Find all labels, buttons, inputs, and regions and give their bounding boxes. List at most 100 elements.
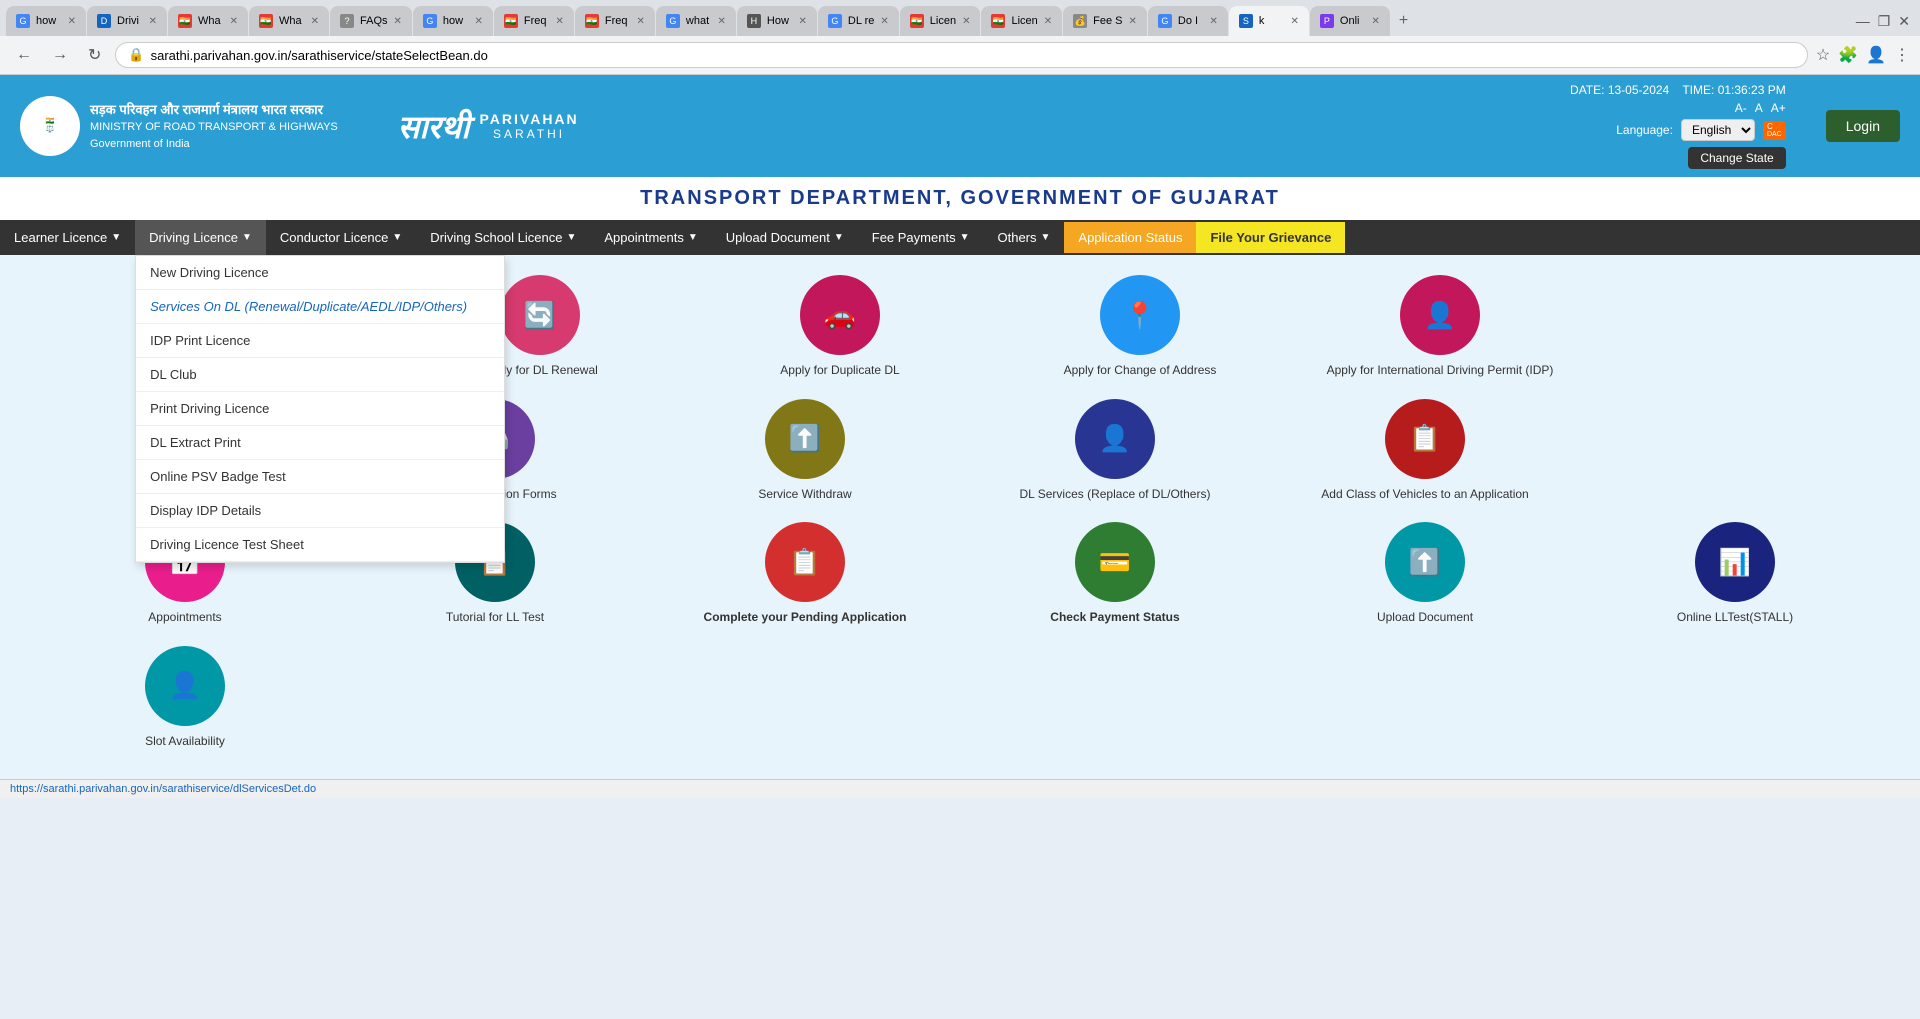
- browser-tab-8[interactable]: 🇮🇳 Freq ✕: [575, 6, 655, 36]
- browser-tab-12[interactable]: 🇮🇳 Licen ✕: [900, 6, 981, 36]
- dl-menu-psv[interactable]: Online PSV Badge Test: [136, 460, 504, 494]
- nav-others-label: Others: [997, 230, 1036, 245]
- dept-title-bar: TRANSPORT DEPARTMENT, GOVERNMENT OF GUJA…: [0, 177, 1920, 220]
- change-state-button[interactable]: Change State: [1688, 147, 1785, 169]
- browser-tab-7[interactable]: 🇮🇳 Freq ✕: [494, 6, 574, 36]
- nav-item-driving[interactable]: Driving Licence ▼: [135, 220, 266, 255]
- service-withdraw[interactable]: ⬆️ Service Withdraw: [660, 399, 950, 503]
- browser-tab-2[interactable]: D Drivi ✕: [87, 6, 167, 36]
- tab-close-4[interactable]: ✕: [311, 16, 319, 27]
- service-dl-services[interactable]: 👤 DL Services (Replace of DL/Others): [970, 399, 1260, 503]
- dl-menu-new[interactable]: New Driving Licence: [136, 256, 504, 290]
- new-tab-button[interactable]: +: [1391, 8, 1416, 34]
- browser-tab-10[interactable]: H How ✕: [737, 6, 817, 36]
- dl-services-label: DL Services (Replace of DL/Others): [1020, 487, 1211, 503]
- browser-tab-5[interactable]: ? FAQs ✕: [330, 6, 412, 36]
- tab-close-15[interactable]: ✕: [1210, 16, 1218, 27]
- menu-button[interactable]: ⋮: [1894, 45, 1910, 65]
- tab-close-14[interactable]: ✕: [1129, 16, 1137, 27]
- tab-close-10[interactable]: ✕: [799, 16, 807, 27]
- tab-close-2[interactable]: ✕: [149, 16, 157, 27]
- nav-item-driving-school[interactable]: Driving School Licence ▼: [416, 220, 590, 255]
- tab-title-12: Licen: [930, 15, 956, 27]
- login-button[interactable]: Login: [1826, 110, 1900, 142]
- driving-licence-menu[interactable]: Driving Licence ▼ New Driving Licence Se…: [135, 220, 266, 255]
- dl-menu-test-sheet[interactable]: Driving Licence Test Sheet: [136, 528, 504, 562]
- browser-tab-1[interactable]: G how ✕: [6, 6, 86, 36]
- nav-application-status[interactable]: Application Status: [1064, 222, 1196, 253]
- service-check-payment[interactable]: 💳 Check Payment Status: [970, 522, 1260, 626]
- services-row-4: 👤 Slot Availability: [40, 646, 1880, 750]
- browser-tab-16[interactable]: S k ✕: [1229, 6, 1309, 36]
- font-large-button[interactable]: A+: [1771, 101, 1786, 115]
- dl-menu-idp-details[interactable]: Display IDP Details: [136, 494, 504, 528]
- browser-tab-6[interactable]: G how ✕: [413, 6, 493, 36]
- intl-dl-label: Apply for International Driving Permit (…: [1327, 363, 1554, 379]
- service-upload-doc[interactable]: ⬆️ Upload Document: [1280, 522, 1570, 626]
- maximize-button[interactable]: ❐: [1878, 13, 1891, 30]
- nav-upload-label: Upload Document: [726, 230, 830, 245]
- browser-tab-14[interactable]: 💰 Fee S ✕: [1063, 6, 1147, 36]
- tab-close-1[interactable]: ✕: [68, 16, 76, 27]
- nav-conductor-arrow: ▼: [392, 232, 402, 243]
- nav-item-others[interactable]: Others ▼: [983, 220, 1064, 255]
- bookmark-button[interactable]: ☆: [1816, 45, 1830, 65]
- tab-title-3: Wha: [198, 15, 224, 27]
- dl-menu-club[interactable]: DL Club: [136, 358, 504, 392]
- tab-close-8[interactable]: ✕: [637, 16, 645, 27]
- nav-item-conductor[interactable]: Conductor Licence ▼: [266, 220, 416, 255]
- back-button[interactable]: ←: [10, 44, 38, 66]
- font-medium-button[interactable]: A: [1755, 101, 1763, 115]
- browser-tab-9[interactable]: G what ✕: [656, 6, 736, 36]
- tab-close-5[interactable]: ✕: [394, 16, 402, 27]
- dl-menu-extract[interactable]: DL Extract Print: [136, 426, 504, 460]
- language-select[interactable]: English Hindi: [1681, 119, 1755, 141]
- tab-close-16[interactable]: ✕: [1291, 16, 1299, 27]
- tab-close-17[interactable]: ✕: [1372, 16, 1380, 27]
- service-intl-dl[interactable]: 👤 Apply for International Driving Permit…: [1300, 275, 1580, 379]
- nav-item-upload[interactable]: Upload Document ▼: [712, 220, 858, 255]
- nav-item-fee[interactable]: Fee Payments ▼: [858, 220, 984, 255]
- intl-dl-icon: 👤: [1400, 275, 1480, 355]
- dl-menu-services[interactable]: Services On DL (Renewal/Duplicate/AEDL/I…: [136, 290, 504, 324]
- tab-close-12[interactable]: ✕: [962, 16, 970, 27]
- tab-close-7[interactable]: ✕: [556, 16, 564, 27]
- service-add-class[interactable]: 📋 Add Class of Vehicles to an Applicatio…: [1280, 399, 1570, 503]
- minimize-button[interactable]: —: [1856, 13, 1870, 29]
- nav-grievance[interactable]: File Your Grievance: [1196, 222, 1345, 253]
- browser-tab-11[interactable]: G DL re ✕: [818, 6, 899, 36]
- browser-tab-13[interactable]: 🇮🇳 Licen ✕: [981, 6, 1062, 36]
- online-ll-label: Online LLTest(STALL): [1677, 610, 1793, 626]
- nav-item-appointments[interactable]: Appointments ▼: [590, 220, 711, 255]
- reload-button[interactable]: ↻: [82, 43, 107, 67]
- browser-tab-17[interactable]: P Onli ✕: [1310, 6, 1390, 36]
- url-input[interactable]: sarathi.parivahan.gov.in/sarathiservice/…: [151, 48, 1795, 63]
- extensions-button[interactable]: 🧩: [1838, 45, 1858, 65]
- header-right: DATE: 13-05-2024 TIME: 01:36:23 PM A- A …: [1570, 83, 1786, 169]
- browser-tab-4[interactable]: 🇮🇳 Wha ✕: [249, 6, 329, 36]
- close-button[interactable]: ✕: [1898, 13, 1910, 30]
- font-small-button[interactable]: A-: [1735, 101, 1747, 115]
- tab-close-9[interactable]: ✕: [718, 16, 726, 27]
- profile-button[interactable]: 👤: [1866, 45, 1886, 65]
- address-bar[interactable]: 🔒 sarathi.parivahan.gov.in/sarathiservic…: [115, 42, 1807, 68]
- tab-close-3[interactable]: ✕: [230, 16, 238, 27]
- nav-item-learner[interactable]: Learner Licence ▼: [0, 220, 135, 255]
- forward-button[interactable]: →: [46, 44, 74, 66]
- service-dup-dl[interactable]: 🚗 Apply for Duplicate DL: [700, 275, 980, 379]
- service-online-ll[interactable]: 📊 Online LLTest(STALL): [1590, 522, 1880, 626]
- dl-menu-print[interactable]: Print Driving Licence: [136, 392, 504, 426]
- driving-licence-dropdown: New Driving Licence Services On DL (Rene…: [135, 255, 505, 563]
- browser-tab-3[interactable]: 🇮🇳 Wha ✕: [168, 6, 248, 36]
- dl-services-icon: 👤: [1075, 399, 1155, 479]
- browser-tab-15[interactable]: G Do I ✕: [1148, 6, 1228, 36]
- tab-favicon-16: S: [1239, 14, 1253, 28]
- service-change-address[interactable]: 📍 Apply for Change of Address: [1000, 275, 1280, 379]
- service-complete-pending[interactable]: 📋 Complete your Pending Application: [660, 522, 950, 626]
- dl-menu-idp-print[interactable]: IDP Print Licence: [136, 324, 504, 358]
- service-slot[interactable]: 👤 Slot Availability: [40, 646, 330, 750]
- tab-title-8: Freq: [605, 15, 631, 27]
- tab-close-11[interactable]: ✕: [880, 16, 888, 27]
- tab-close-6[interactable]: ✕: [475, 16, 483, 27]
- tab-close-13[interactable]: ✕: [1044, 16, 1052, 27]
